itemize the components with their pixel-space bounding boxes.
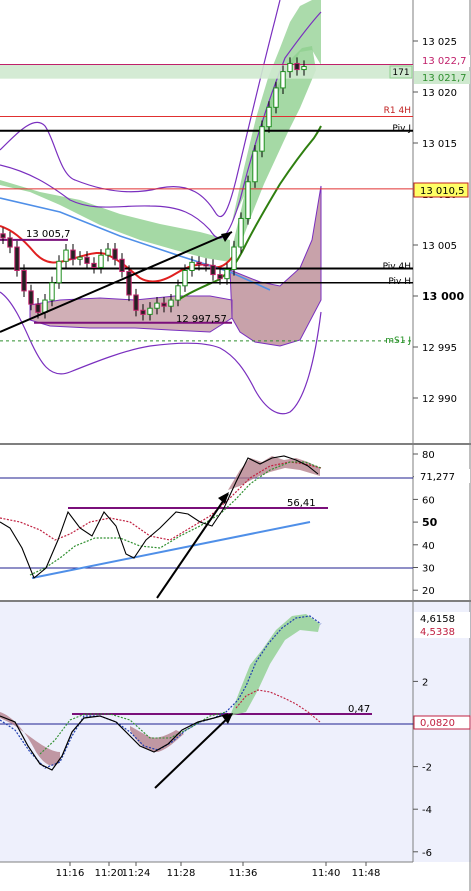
time-axis: 11:16 11:2011:24 11:28 11:36 11:40 11:48 bbox=[56, 862, 381, 879]
time-axis-tick-label: 11:48 bbox=[352, 868, 381, 879]
candle-up bbox=[105, 248, 111, 256]
candle-up bbox=[147, 307, 153, 315]
candle-up bbox=[224, 268, 230, 280]
candle-up bbox=[273, 87, 279, 108]
candle-down bbox=[119, 258, 125, 273]
candle-down bbox=[21, 270, 27, 292]
candle-down bbox=[14, 246, 20, 271]
tag-last-top-text: 13 022,7 bbox=[422, 56, 467, 67]
candle-up bbox=[56, 260, 62, 284]
candle-up bbox=[175, 285, 181, 301]
price-axis-tick-label: 12 990 bbox=[422, 394, 457, 405]
annotation-low: 12 997,57 bbox=[176, 314, 227, 325]
candle-down bbox=[217, 274, 223, 280]
candle-up bbox=[182, 270, 188, 287]
osc1-annotation: 56,41 bbox=[287, 498, 316, 509]
price-axis-tick-label: 13 020 bbox=[422, 88, 457, 99]
candle-up bbox=[259, 126, 265, 152]
candle-down bbox=[203, 263, 209, 267]
osc1-axis-tick-label: 20 bbox=[422, 586, 435, 597]
candle-down bbox=[140, 309, 146, 315]
osc1-axis-tick-label: 30 bbox=[422, 564, 435, 575]
chart-svg: 13 005,7 12 997,57 13 025 13 020 13 015 13 … bbox=[0, 0, 471, 891]
candle-down bbox=[161, 302, 167, 307]
price-axis-tick-label: 13 015 bbox=[422, 139, 457, 150]
price-axis-tick-label: 13 000 bbox=[422, 290, 464, 303]
candle-down bbox=[210, 264, 216, 276]
osc2-annotation: 0,47 bbox=[348, 704, 370, 715]
osc2-panel-bg bbox=[0, 602, 471, 862]
box-171-text: 171 bbox=[392, 68, 409, 78]
candle-down bbox=[84, 256, 90, 264]
time-axis-tick-label: 11:36 bbox=[229, 868, 258, 879]
candle-up bbox=[301, 66, 307, 71]
candle-down bbox=[196, 261, 202, 265]
time-axis-tick-label: 11:20 bbox=[95, 868, 124, 879]
osc1-axis-tick-label: 60 bbox=[422, 495, 435, 506]
candle-down bbox=[70, 249, 76, 260]
label-piv-h: Piv H bbox=[388, 277, 411, 287]
time-axis-tick-label: 11:16 bbox=[56, 868, 85, 879]
osc2-tag-2-text: 4,5338 bbox=[420, 627, 455, 638]
osc2-axis-tick-label: -2 bbox=[422, 763, 432, 774]
candle-up bbox=[266, 106, 272, 128]
candle-up bbox=[77, 256, 83, 260]
osc1-axis-tick-label: 50 bbox=[422, 516, 438, 529]
label-r1-4h: R1 4H bbox=[384, 106, 411, 116]
annotation-high: 13 005,7 bbox=[26, 229, 71, 240]
candle-down bbox=[7, 237, 13, 248]
candle-up bbox=[63, 249, 69, 262]
candle-down bbox=[28, 290, 34, 305]
label-ms1-j: mS1 J bbox=[385, 336, 411, 346]
candle-up bbox=[154, 302, 160, 309]
price-axis-tick-label: 13 005 bbox=[422, 241, 457, 252]
candle-up bbox=[49, 282, 55, 301]
candle-down bbox=[133, 294, 139, 311]
candle-up bbox=[252, 150, 258, 183]
label-piv-4h: Piv 4H bbox=[383, 262, 411, 272]
osc2-axis-tick-label: -4 bbox=[422, 805, 432, 816]
price-axis-tick-label: 13 025 bbox=[422, 37, 457, 48]
osc1-axis-tick-label: 80 bbox=[422, 450, 435, 461]
osc2-axis-tick-label: -6 bbox=[422, 848, 432, 859]
osc1-value-tag-text: 71,277 bbox=[420, 472, 455, 483]
osc1-panel-bg bbox=[0, 445, 471, 600]
time-axis-tick-label: 11:28 bbox=[167, 868, 196, 879]
price-axis-tick-label: 12 995 bbox=[422, 343, 457, 354]
candle-up bbox=[231, 246, 237, 270]
candle-up bbox=[280, 71, 286, 89]
osc2-axis-tick-label: 2 bbox=[422, 677, 428, 688]
tag-last-bottom-text: 13 021,7 bbox=[422, 73, 467, 84]
candle-up bbox=[245, 181, 251, 219]
candle-up bbox=[287, 62, 293, 73]
candle-up bbox=[189, 261, 195, 271]
osc2-tag-3-text: 0,0820 bbox=[420, 718, 455, 729]
tag-current-text: 13 010,5 bbox=[420, 186, 465, 197]
time-axis-tick-label: 11:24 bbox=[122, 868, 151, 879]
time-axis-tick-label: 11:40 bbox=[312, 868, 341, 879]
osc2-tag-1-text: 4,6158 bbox=[420, 614, 455, 625]
last-price-band bbox=[0, 64, 413, 79]
trading-chart: 13 005,7 12 997,57 13 025 13 020 13 015 13 … bbox=[0, 0, 471, 891]
candle-up bbox=[168, 299, 174, 307]
candle-up bbox=[98, 254, 104, 268]
osc1-axis-tick-label: 40 bbox=[422, 541, 435, 552]
candle-down bbox=[35, 303, 41, 313]
candle-down bbox=[0, 233, 6, 239]
label-piv-j: Piv J bbox=[392, 124, 411, 134]
candle-down bbox=[112, 248, 118, 260]
candle-up bbox=[42, 299, 48, 313]
candle-down bbox=[91, 262, 97, 268]
candle-down bbox=[294, 62, 300, 71]
candle-up bbox=[238, 217, 244, 248]
